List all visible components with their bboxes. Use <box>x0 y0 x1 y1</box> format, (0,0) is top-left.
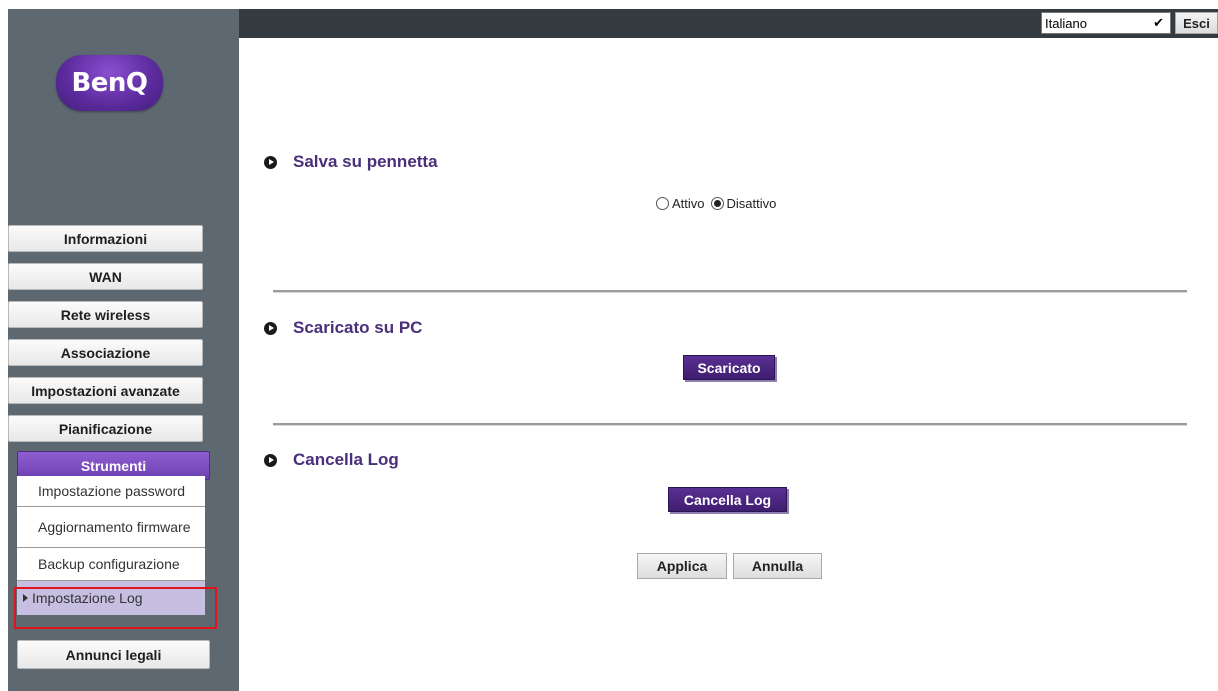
usb-radio-group: Attivo Disattivo <box>656 194 782 212</box>
language-select[interactable]: Italiano ✔ <box>1041 12 1171 34</box>
nav-annunci-legali[interactable]: Annunci legali <box>17 640 210 669</box>
benq-logo: BenQ <box>56 55 163 111</box>
download-button[interactable]: Scaricato <box>683 355 775 380</box>
divider <box>273 290 1187 293</box>
section-title-download: Scaricato su PC <box>264 318 422 338</box>
nav-impostazioni-avanzate[interactable]: Impostazioni avanzate <box>8 377 203 404</box>
chevron-down-icon: ✔ <box>1153 15 1164 30</box>
submenu-item-impostazione-log[interactable]: Impostazione Log <box>17 581 205 615</box>
radio-disattivo-label: Disattivo <box>726 195 777 211</box>
submenu-item-backup-configurazione[interactable]: Backup configurazione <box>17 548 205 581</box>
circle-play-icon <box>264 453 277 467</box>
nav-pianificazione[interactable]: Pianificazione <box>8 415 203 442</box>
submenu-strumenti: Impostazione password Aggiornamento firm… <box>17 476 205 615</box>
radio-attivo[interactable] <box>656 196 669 210</box>
section-title-text: Salva su pennetta <box>293 152 438 171</box>
nav-associazione[interactable]: Associazione <box>8 339 203 366</box>
section-title-usb: Salva su pennetta <box>264 152 438 172</box>
submenu-item-impostazione-password[interactable]: Impostazione password <box>17 476 205 507</box>
nav-informazioni[interactable]: Informazioni <box>8 225 203 252</box>
section-title-text: Cancella Log <box>293 450 399 469</box>
section-title-text: Scaricato su PC <box>293 318 423 337</box>
submenu-item-aggiornamento-firmware[interactable]: Aggiornamento firmware <box>17 507 205 548</box>
circle-play-icon <box>264 155 277 169</box>
nav-wan[interactable]: WAN <box>8 263 203 290</box>
circle-play-icon <box>264 321 277 335</box>
divider <box>273 423 1187 426</box>
submenu-item-label: Impostazione Log <box>32 590 143 606</box>
section-title-clear: Cancella Log <box>264 450 399 470</box>
radio-disattivo[interactable] <box>710 196 724 210</box>
cancel-button[interactable]: Annulla <box>733 553 822 579</box>
clear-log-button[interactable]: Cancella Log <box>668 487 787 512</box>
language-select-value: Italiano <box>1045 15 1087 31</box>
nav-rete-wireless[interactable]: Rete wireless <box>8 301 203 328</box>
apply-button[interactable]: Applica <box>637 553 727 579</box>
radio-attivo-label: Attivo <box>672 195 705 211</box>
logo-text: BenQ <box>71 68 148 98</box>
logout-button[interactable]: Esci <box>1175 12 1218 34</box>
caret-right-icon <box>23 594 28 602</box>
